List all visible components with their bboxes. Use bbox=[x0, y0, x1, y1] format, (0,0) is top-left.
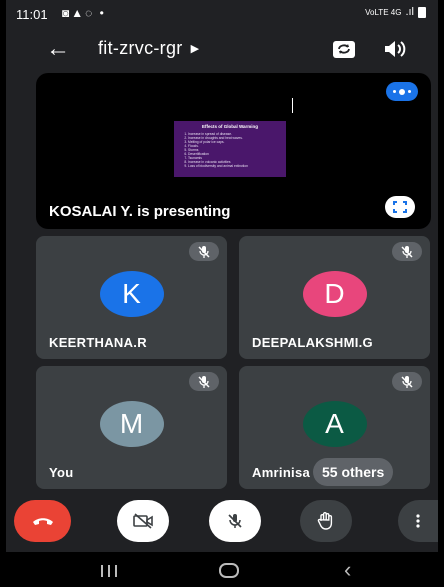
back-arrow-icon[interactable]: ← bbox=[46, 34, 70, 64]
back-icon[interactable]: ‹ bbox=[344, 557, 351, 583]
signal-icon: .ıl bbox=[405, 6, 414, 18]
slide-title: Effects of Global Warming bbox=[201, 124, 259, 129]
slide-point: Loss of biodiversity and animal extincti… bbox=[188, 164, 282, 168]
others-count-chip[interactable]: 55 others bbox=[313, 458, 394, 486]
mic-off-icon bbox=[189, 242, 219, 261]
mic-off-icon bbox=[228, 514, 242, 528]
text-cursor bbox=[292, 98, 293, 113]
more-vert-icon bbox=[416, 514, 420, 528]
end-call-button[interactable] bbox=[14, 500, 71, 542]
meet-screen: 11:01 ◙▲◌ • VoLTE 4G .ıl ← fit-zrvc-rgr ▶… bbox=[6, 0, 438, 587]
mic-toggle-button[interactable] bbox=[209, 500, 261, 542]
battery-icon bbox=[418, 6, 426, 18]
presentation-tile[interactable]: Effects of Global Warming Increase in sp… bbox=[36, 73, 431, 229]
system-nav-bar: ‹ bbox=[6, 552, 438, 587]
mic-off-icon bbox=[392, 242, 422, 261]
raise-hand-button[interactable] bbox=[300, 500, 352, 542]
avatar: D bbox=[302, 271, 367, 317]
slide-bullets: Increase in spread of disease. Increase … bbox=[178, 132, 282, 168]
meeting-title-button[interactable]: fit-zrvc-rgr ▶ bbox=[98, 38, 199, 59]
status-time: 11:01 bbox=[16, 7, 48, 22]
participant-name: KEERTHANA.R bbox=[49, 335, 147, 350]
participant-tile[interactable]: M You bbox=[36, 366, 227, 489]
caret-right-icon: ▶ bbox=[190, 43, 200, 55]
camera-toggle-button[interactable] bbox=[117, 500, 169, 542]
status-bar: 11:01 ◙▲◌ • VoLTE 4G .ıl bbox=[6, 0, 438, 28]
call-controls bbox=[6, 500, 438, 546]
recents-icon[interactable] bbox=[101, 565, 117, 577]
participant-tile[interactable]: D DEEPALAKSHMI.G bbox=[239, 236, 430, 359]
home-icon[interactable] bbox=[219, 563, 239, 578]
meeting-code: fit-zrvc-rgr bbox=[98, 38, 183, 58]
speaking-indicator-icon bbox=[386, 82, 418, 101]
avatar: M bbox=[99, 401, 164, 447]
shared-slide: Effects of Global Warming Increase in sp… bbox=[174, 121, 286, 177]
participant-name: You bbox=[49, 465, 74, 480]
hang-up-icon bbox=[32, 518, 53, 525]
camera-off-icon bbox=[133, 513, 153, 529]
speaker-icon[interactable] bbox=[382, 38, 406, 60]
avatar: K bbox=[99, 271, 164, 317]
network-label: VoLTE 4G bbox=[365, 7, 402, 17]
switch-camera-icon[interactable] bbox=[332, 38, 356, 60]
fullscreen-button[interactable] bbox=[385, 196, 415, 218]
raise-hand-icon bbox=[317, 512, 333, 530]
participant-tile[interactable]: A Amrinisa 55 others bbox=[239, 366, 430, 489]
more-options-button[interactable] bbox=[398, 500, 438, 542]
avatar: A bbox=[302, 401, 367, 447]
notification-icons: ◙▲◌ • bbox=[62, 6, 106, 20]
presenting-label: KOSALAI Y. is presenting bbox=[49, 203, 231, 220]
mic-off-icon bbox=[392, 372, 422, 391]
participant-name: DEEPALAKSHMI.G bbox=[252, 335, 373, 350]
app-bar: ← fit-zrvc-rgr ▶ bbox=[6, 32, 438, 68]
participant-name: Amrinisa bbox=[252, 465, 311, 480]
status-right: VoLTE 4G .ıl bbox=[365, 6, 426, 18]
participant-tile[interactable]: K KEERTHANA.R bbox=[36, 236, 227, 359]
mic-off-icon bbox=[189, 372, 219, 391]
fullscreen-icon bbox=[393, 201, 407, 213]
